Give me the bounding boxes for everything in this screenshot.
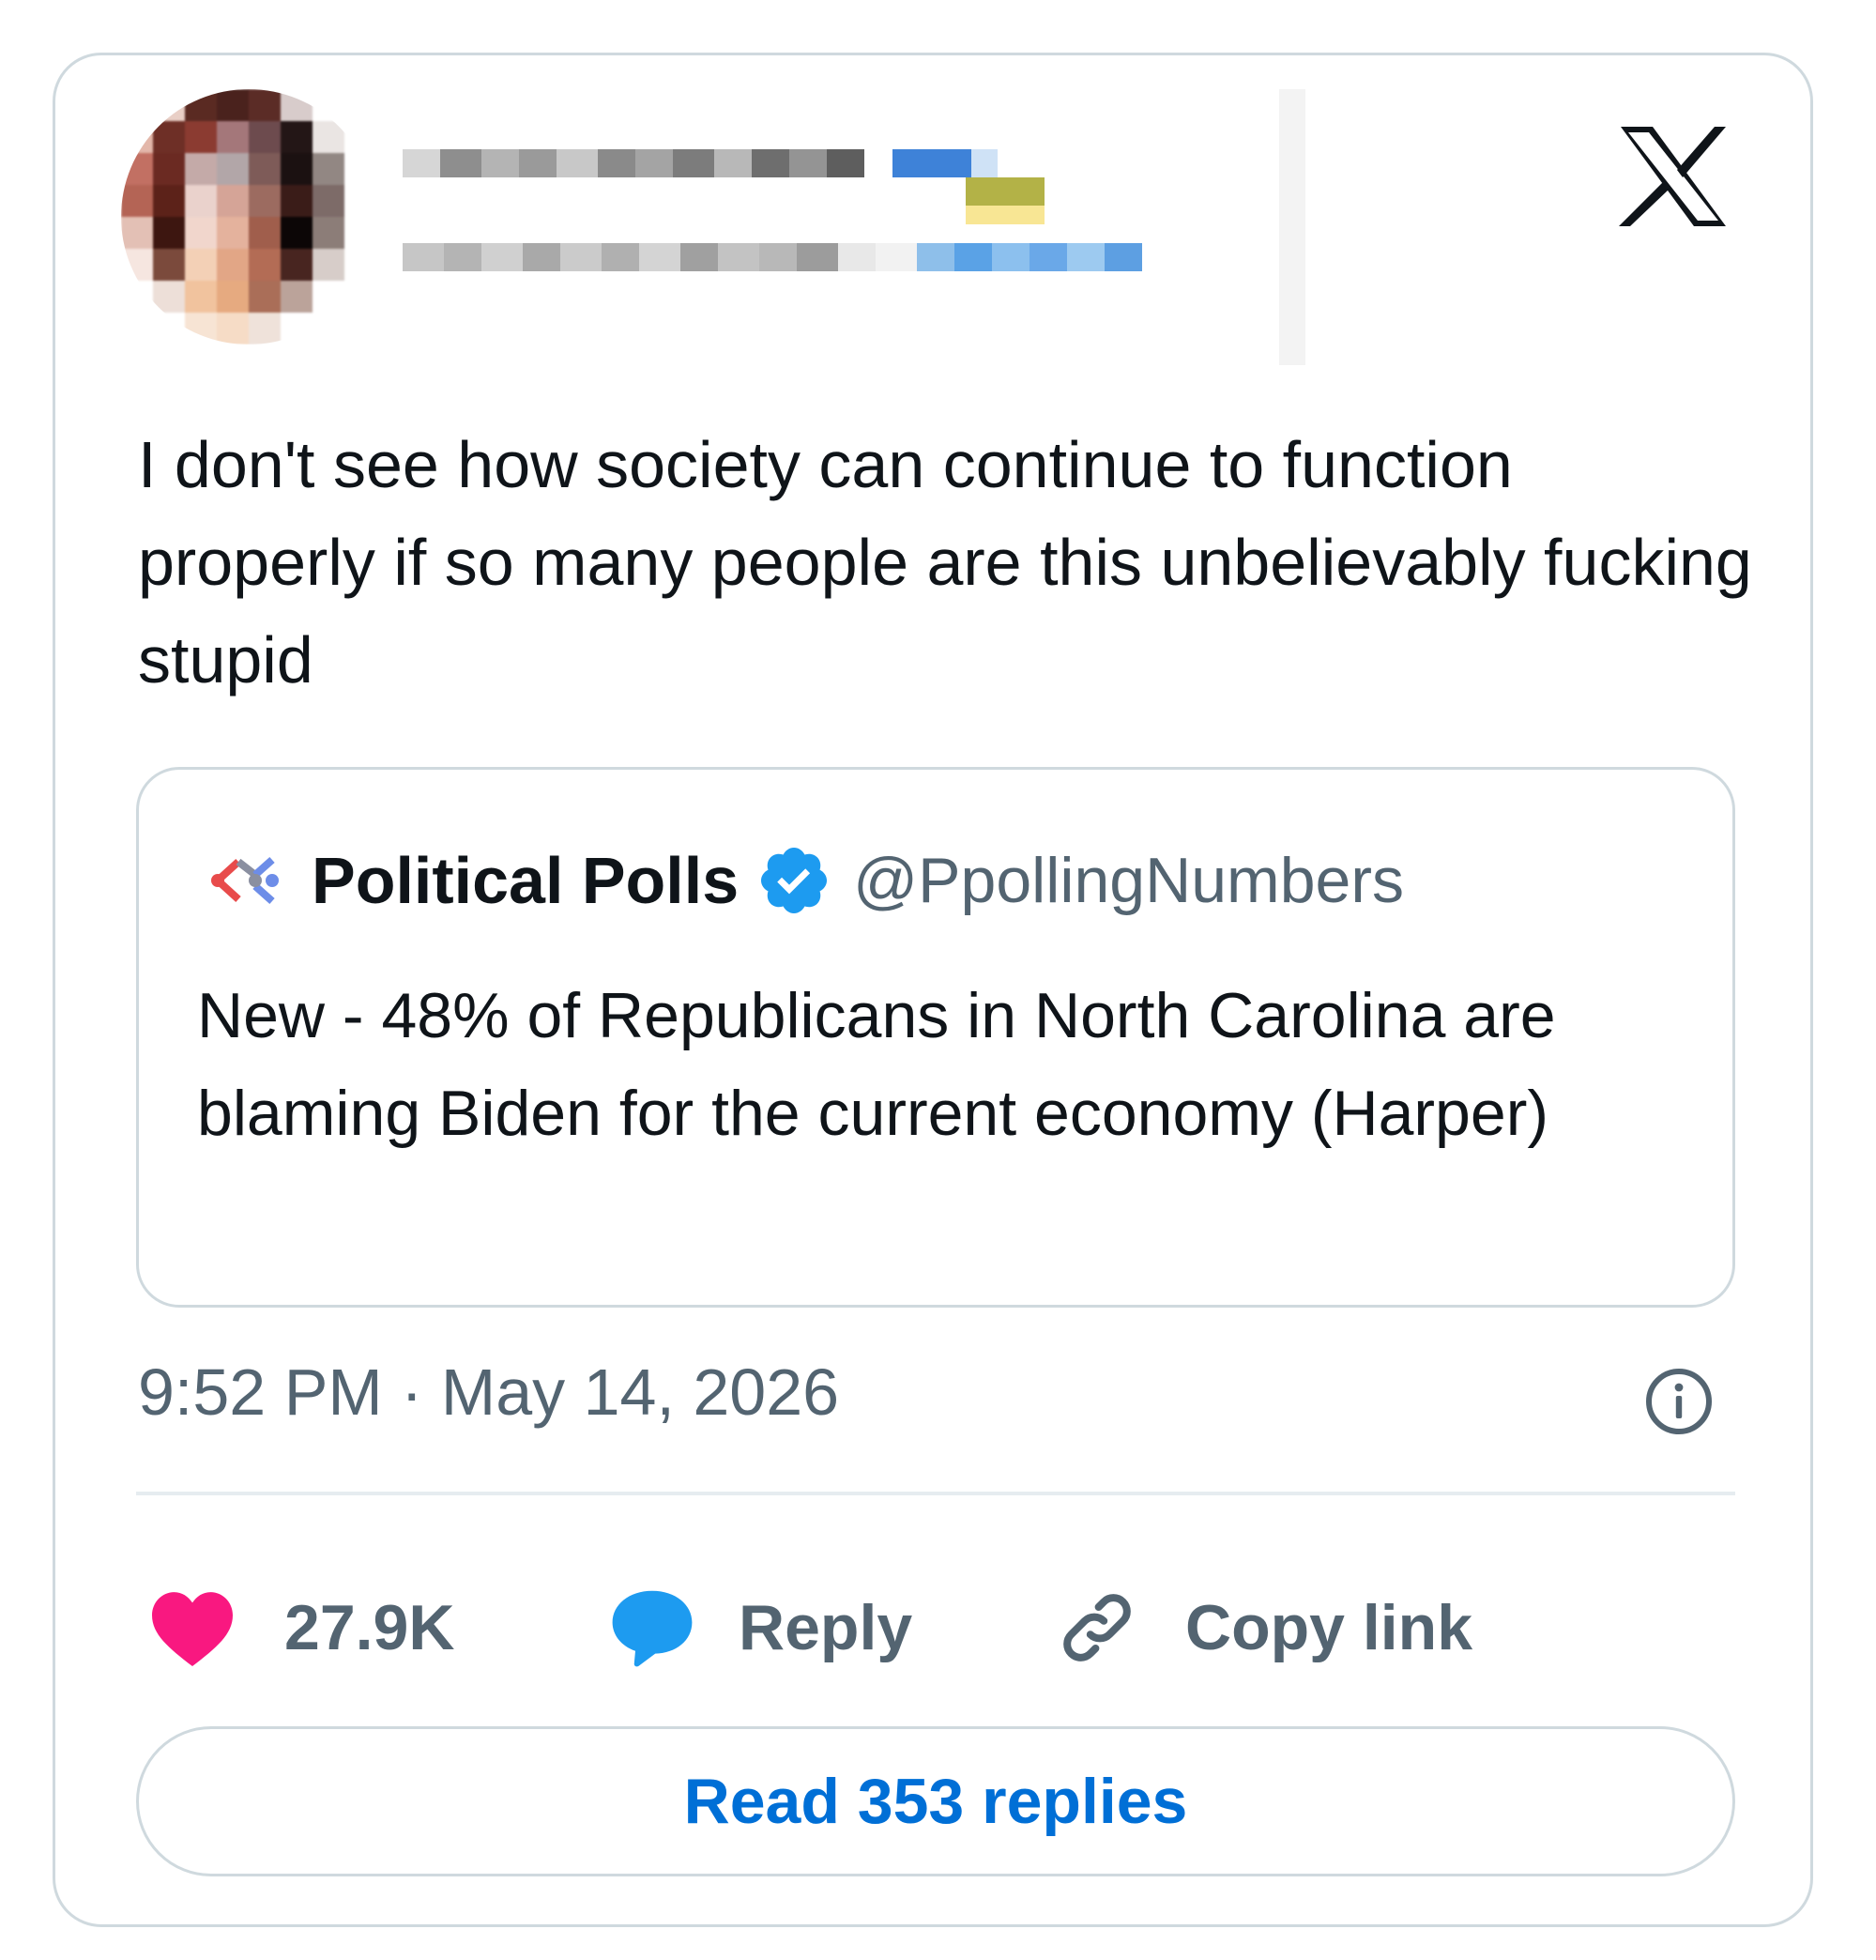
quoted-tweet-text: New - 48% of Republicans in North Caroli… [197,980,1556,1149]
tweet-card: I don't see how society can continue to … [53,53,1813,1927]
quoted-author-handle[interactable]: @PpollingNumbers [853,844,1404,917]
reply-button[interactable]: Reply [607,1567,912,1689]
blurred-avatar-image [121,89,376,345]
flag-blur [966,177,1045,206]
divider-blur [1279,89,1305,365]
like-count: 27.9K [284,1592,455,1663]
read-replies-label: Read 353 replies [683,1766,1188,1837]
copy-link-button[interactable]: Copy link [1052,1567,1472,1689]
divider [136,1492,1735,1495]
author-avatar[interactable] [121,89,376,345]
tweet-timestamp[interactable]: 9:52 PM · May 14, 2026 [138,1355,839,1430]
like-button[interactable]: 27.9K [138,1567,454,1689]
political-polls-logo-icon [199,835,289,926]
x-logo-icon[interactable] [1617,125,1730,228]
quoted-tweet-header: Political Polls @PpollingNumbers [197,834,1404,927]
verified-badge-icon [761,847,828,914]
info-icon[interactable] [1641,1364,1716,1439]
quoted-tweet[interactable]: Political Polls @PpollingNumbers New - 4… [136,767,1735,1308]
heart-icon [152,1592,233,1667]
link-icon [1063,1594,1131,1661]
read-replies-button[interactable]: Read 353 replies [136,1726,1735,1876]
author-handle-redacted[interactable] [403,243,1142,271]
tweet-text: I don't see how society can continue to … [138,428,1752,697]
copy-link-label: Copy link [1185,1592,1473,1663]
reply-label: Reply [739,1592,913,1663]
tweet-actions: 27.9K Reply Copy link [138,1567,1752,1689]
reply-bubble-icon [612,1590,693,1667]
author-name-redacted[interactable] [403,149,998,177]
flag-blur-lower [966,206,1045,224]
quoted-author-name[interactable]: Political Polls [312,843,739,918]
